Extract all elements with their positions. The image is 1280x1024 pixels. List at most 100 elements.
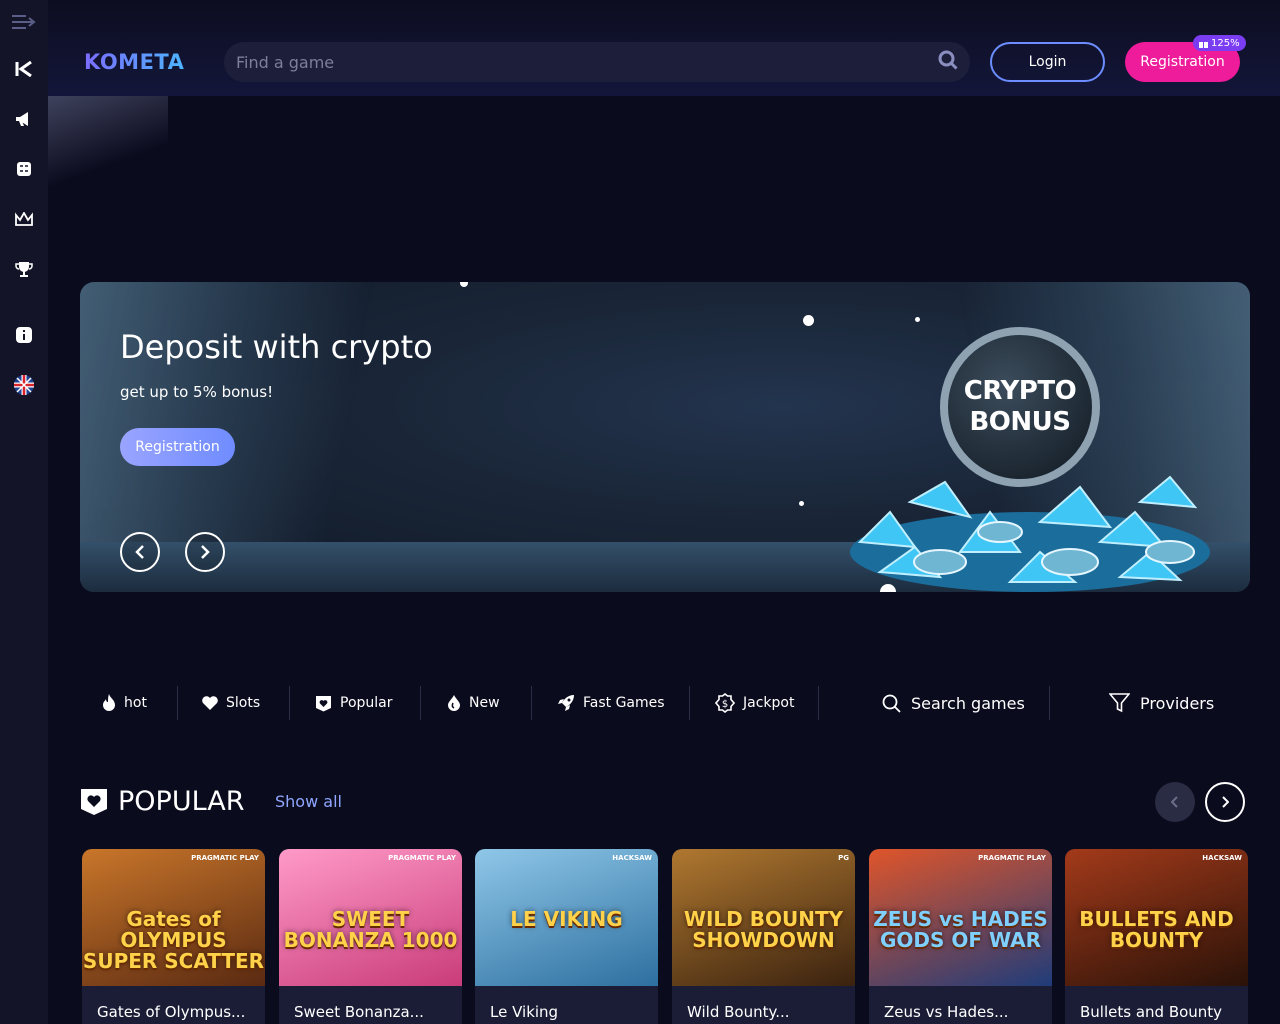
registration-bonus-badge: 125% [1193, 35, 1246, 51]
filter-divider [420, 686, 421, 720]
chevron-left-icon [135, 545, 144, 559]
game-search-bar[interactable] [224, 42, 970, 82]
search-icon[interactable] [938, 50, 958, 74]
game-card[interactable]: HACKSAW LE VIKING Le Viking [475, 849, 658, 1024]
game-thumbnail[interactable]: PG WILD BOUNTY SHOWDOWN [672, 849, 855, 986]
filter-label: Search games [911, 693, 1025, 713]
game-provider-logo: PRAGMATIC PLAY [191, 854, 259, 862]
game-thumbnail[interactable]: HACKSAW LE VIKING [475, 849, 658, 986]
game-title[interactable]: Wild Bounty... [687, 1003, 790, 1021]
star-decoration [915, 317, 920, 322]
coin-text-line2: BONUS [969, 407, 1071, 437]
funnel-icon [1109, 693, 1130, 713]
banner-next-button[interactable] [185, 532, 225, 572]
game-thumbnail[interactable]: PRAGMATIC PLAY SWEET BONANZA 1000 [279, 849, 462, 986]
banner-subtitle: get up to 5% bonus! [120, 383, 274, 401]
heart-badge-icon [81, 788, 107, 815]
login-button[interactable]: Login [990, 42, 1105, 82]
crypto-bonus-coin: CRYPTO BONUS [940, 327, 1100, 487]
menu-toggle-icon[interactable] [0, 0, 48, 44]
promo-banner[interactable]: CRYPTO BONUS Deposit with crypto get up … [80, 282, 1250, 592]
chevron-right-icon [201, 545, 210, 559]
coin-text-line1: CRYPTO [963, 375, 1077, 406]
game-search-input[interactable] [236, 52, 938, 72]
game-card[interactable]: PRAGMATIC PLAY SWEET BONANZA 1000 Sweet Bo… [279, 849, 462, 1024]
show-all-link[interactable]: Show all [275, 792, 342, 811]
gift-icon [1199, 38, 1208, 48]
game-title[interactable]: Zeus vs Hades... [884, 1003, 1008, 1021]
megaphone-icon[interactable] [0, 94, 48, 144]
uk-flag-icon[interactable] [0, 360, 48, 410]
filter-jackpot[interactable]: $ Jackpot [715, 684, 794, 722]
popular-prev-button[interactable] [1155, 782, 1195, 822]
game-provider-logo: HACKSAW [612, 854, 652, 862]
star-decoration [799, 501, 804, 506]
kometa-k-icon[interactable] [0, 44, 48, 94]
filter-slots[interactable]: Slots [202, 684, 260, 722]
filter-divider [1049, 686, 1050, 720]
game-provider-logo: PG [838, 854, 849, 862]
game-title[interactable]: Bullets and Bounty [1080, 1003, 1222, 1021]
filter-label: Fast Games [583, 695, 665, 711]
banner-registration-button[interactable]: Registration [120, 428, 235, 466]
filter-divider [289, 686, 290, 720]
svg-text:$: $ [722, 699, 728, 710]
filter-new[interactable]: New [447, 684, 500, 722]
heart-badge-icon [316, 695, 331, 711]
game-provider-logo: HACKSAW [1202, 854, 1242, 862]
filter-divider [177, 686, 178, 720]
trophy-icon[interactable] [0, 244, 48, 294]
dollar-badge-icon: $ [715, 693, 735, 713]
game-art-logo: WILD BOUNTY SHOWDOWN [683, 907, 844, 952]
game-card[interactable]: PRAGMATIC PLAY ZEUS vs HADES GODS OF WAR Z… [869, 849, 1052, 1024]
game-art-logo: LE VIKING [510, 907, 623, 931]
flame-icon [103, 694, 115, 711]
popular-section-header: POPULAR [80, 786, 244, 817]
filter-search-games[interactable]: Search games [882, 684, 1025, 722]
game-provider-logo: PRAGMATIC PLAY [978, 854, 1046, 862]
filter-divider [818, 686, 819, 720]
drop-icon [448, 694, 460, 711]
kometa-logo[interactable]: KOMETA [84, 50, 184, 74]
sidebar [0, 0, 48, 1024]
game-title[interactable]: Gates of Olympus... [97, 1003, 245, 1021]
filter-hot[interactable]: hot [102, 684, 147, 722]
filter-label: Popular [340, 695, 393, 711]
popular-section-title: POPULAR [118, 786, 245, 817]
popular-next-button[interactable] [1205, 782, 1245, 822]
filter-label: New [469, 695, 500, 711]
chevron-right-icon [1222, 796, 1229, 808]
star-decoration [803, 315, 814, 326]
game-thumbnail[interactable]: PRAGMATIC PLAY Gates of OLYMPUS SUPER SCA… [82, 849, 265, 986]
info-icon[interactable] [0, 310, 48, 360]
task-list-icon[interactable] [0, 144, 48, 194]
crown-icon[interactable] [0, 194, 48, 244]
chevron-left-icon [1171, 796, 1178, 808]
game-category-filters: hot Slots Popular New Fast Games $ Jackp… [80, 684, 1250, 722]
filter-providers[interactable]: Providers [1109, 684, 1214, 722]
game-title[interactable]: Sweet Bonanza... [294, 1003, 424, 1021]
game-card[interactable]: HACKSAW BULLETS AND BOUNTY Bullets and Bou… [1065, 849, 1248, 1024]
game-thumbnail[interactable]: HACKSAW BULLETS AND BOUNTY [1065, 849, 1248, 986]
filter-fast-games[interactable]: Fast Games [557, 684, 665, 722]
game-card[interactable]: PRAGMATIC PLAY Gates of OLYMPUS SUPER SCA… [82, 849, 265, 1024]
header-light-streak [48, 96, 168, 206]
game-art-logo: SWEET BONANZA 1000 [283, 907, 458, 952]
game-title[interactable]: Le Viking [490, 1003, 558, 1021]
filter-label: Jackpot [743, 695, 795, 711]
game-thumbnail[interactable]: PRAGMATIC PLAY ZEUS vs HADES GODS OF WAR [869, 849, 1052, 986]
filter-divider [689, 686, 690, 720]
filter-label: Slots [226, 695, 261, 711]
filter-label: Providers [1140, 693, 1215, 713]
filter-label: hot [124, 695, 147, 711]
game-art-logo: ZEUS vs HADES GODS OF WAR [873, 907, 1048, 952]
heart-icon [202, 696, 218, 710]
game-art-logo: Gates of OLYMPUS SUPER SCATTER [82, 907, 265, 973]
game-art-logo: BULLETS AND BOUNTY [1079, 907, 1234, 952]
filter-divider [531, 686, 532, 720]
search-icon [882, 694, 901, 713]
banner-prev-button[interactable] [120, 532, 160, 572]
filter-popular[interactable]: Popular [315, 684, 393, 722]
game-card[interactable]: PG WILD BOUNTY SHOWDOWN Wild Bounty... [672, 849, 855, 1024]
banner-title: Deposit with crypto [120, 328, 433, 366]
